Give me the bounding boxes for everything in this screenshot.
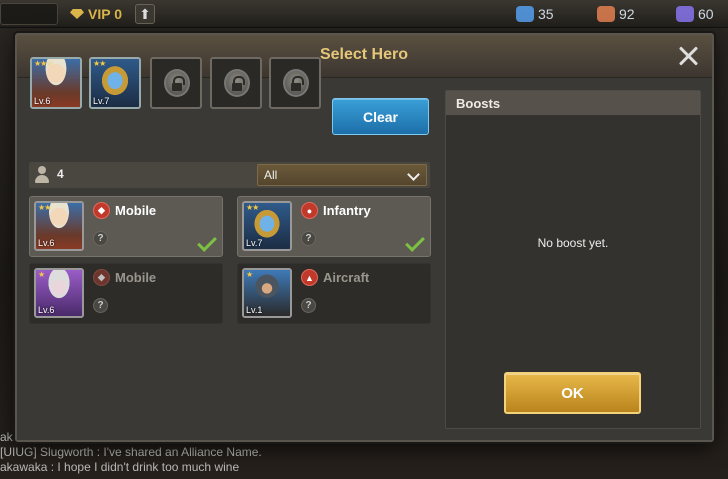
chevron-down-icon bbox=[408, 170, 418, 180]
lock-icon bbox=[164, 69, 190, 97]
hero-card[interactable]: ★ Lv.6 ◆ Mobile ? bbox=[29, 263, 223, 324]
checkmark-icon bbox=[197, 232, 217, 252]
lineup-slot-1[interactable]: ★★☆ Lv.6 bbox=[30, 57, 82, 109]
lineup-slot-3-locked bbox=[150, 57, 202, 109]
top-bar: VIP 0 ⬆ 35 92 60 bbox=[0, 0, 728, 28]
clear-button[interactable]: Clear bbox=[332, 98, 429, 135]
info-icon[interactable]: ? bbox=[301, 231, 316, 246]
resource-energy-value: 60 bbox=[698, 6, 714, 22]
vip-gem-icon bbox=[70, 9, 84, 19]
info-icon[interactable]: ? bbox=[301, 298, 316, 313]
boosts-header: Boosts bbox=[446, 91, 700, 115]
hero-level: Lv.1 bbox=[246, 305, 263, 315]
boosts-empty-text: No boost yet. bbox=[537, 236, 609, 250]
info-icon[interactable]: ? bbox=[93, 231, 108, 246]
mobile-icon: ◆ bbox=[93, 269, 110, 286]
vip-label: VIP 0 bbox=[88, 6, 122, 22]
hero-type: Mobile bbox=[115, 270, 157, 285]
hero-count: 4 bbox=[57, 167, 64, 181]
star-rating: ★ bbox=[38, 270, 45, 279]
lineup-slot-2[interactable]: ★★ Lv.7 bbox=[89, 57, 141, 109]
hero-level: Lv.7 bbox=[246, 238, 263, 248]
hero-avatar: ★ Lv.1 bbox=[242, 268, 292, 318]
hero-card[interactable]: ★ Lv.1 ▲ Aircraft ? bbox=[237, 263, 431, 324]
hero-card[interactable]: ★★ Lv.6 ◆ Mobile ? bbox=[29, 196, 223, 257]
chat-line: akawaka : I hope I didn't drink too much… bbox=[0, 460, 240, 474]
resource-meat[interactable]: 92 bbox=[597, 3, 635, 25]
resource-energy[interactable]: 60 bbox=[676, 3, 714, 25]
aircraft-icon: ▲ bbox=[301, 269, 318, 286]
infantry-icon: ● bbox=[301, 202, 318, 219]
hero-count-icon bbox=[34, 166, 50, 184]
mobile-icon: ◆ bbox=[93, 202, 110, 219]
hero-avatar: ★★ Lv.7 bbox=[242, 201, 292, 251]
vip-badge[interactable]: VIP 0 bbox=[64, 3, 128, 25]
ok-button[interactable]: OK bbox=[504, 372, 641, 414]
filter-value: All bbox=[264, 168, 278, 182]
close-icon[interactable] bbox=[676, 44, 700, 68]
hero-level: Lv.7 bbox=[93, 96, 110, 106]
dialog-title: Select Hero bbox=[319, 46, 409, 63]
hero-card[interactable]: ★★ Lv.7 ● Infantry ? bbox=[237, 196, 431, 257]
hero-type-filter-dropdown[interactable]: All bbox=[257, 164, 427, 186]
lineup-slot-4-locked bbox=[210, 57, 262, 109]
hero-avatar: ★★ Lv.6 bbox=[34, 201, 84, 251]
lock-icon bbox=[224, 69, 250, 97]
lock-icon bbox=[283, 69, 309, 97]
star-rating: ★★ bbox=[38, 203, 51, 212]
crystal-icon bbox=[516, 6, 534, 22]
player-name-box[interactable] bbox=[0, 3, 58, 25]
lineup-slot-5-locked bbox=[269, 57, 321, 109]
resource-crystal[interactable]: 35 bbox=[516, 3, 554, 25]
hero-type: Mobile bbox=[115, 203, 157, 218]
chat-line: [UIUG] Slugworth : I've shared an Allian… bbox=[0, 445, 262, 459]
hero-type: Aircraft bbox=[323, 270, 370, 285]
hero-level: Lv.6 bbox=[34, 96, 51, 106]
star-rating: ★ bbox=[246, 270, 253, 279]
resource-meat-value: 92 bbox=[619, 6, 635, 22]
meat-icon bbox=[597, 6, 615, 22]
star-rating: ★★ bbox=[246, 203, 259, 212]
info-icon[interactable]: ? bbox=[93, 298, 108, 313]
checkmark-icon bbox=[405, 232, 425, 252]
hero-level: Lv.6 bbox=[38, 238, 55, 248]
energy-icon bbox=[676, 6, 694, 22]
hero-avatar: ★ Lv.6 bbox=[34, 268, 84, 318]
hero-level: Lv.6 bbox=[38, 305, 55, 315]
upgrade-arrow-icon[interactable]: ⬆ bbox=[135, 4, 155, 24]
hero-type: Infantry bbox=[323, 203, 371, 218]
resource-crystal-value: 35 bbox=[538, 6, 554, 22]
